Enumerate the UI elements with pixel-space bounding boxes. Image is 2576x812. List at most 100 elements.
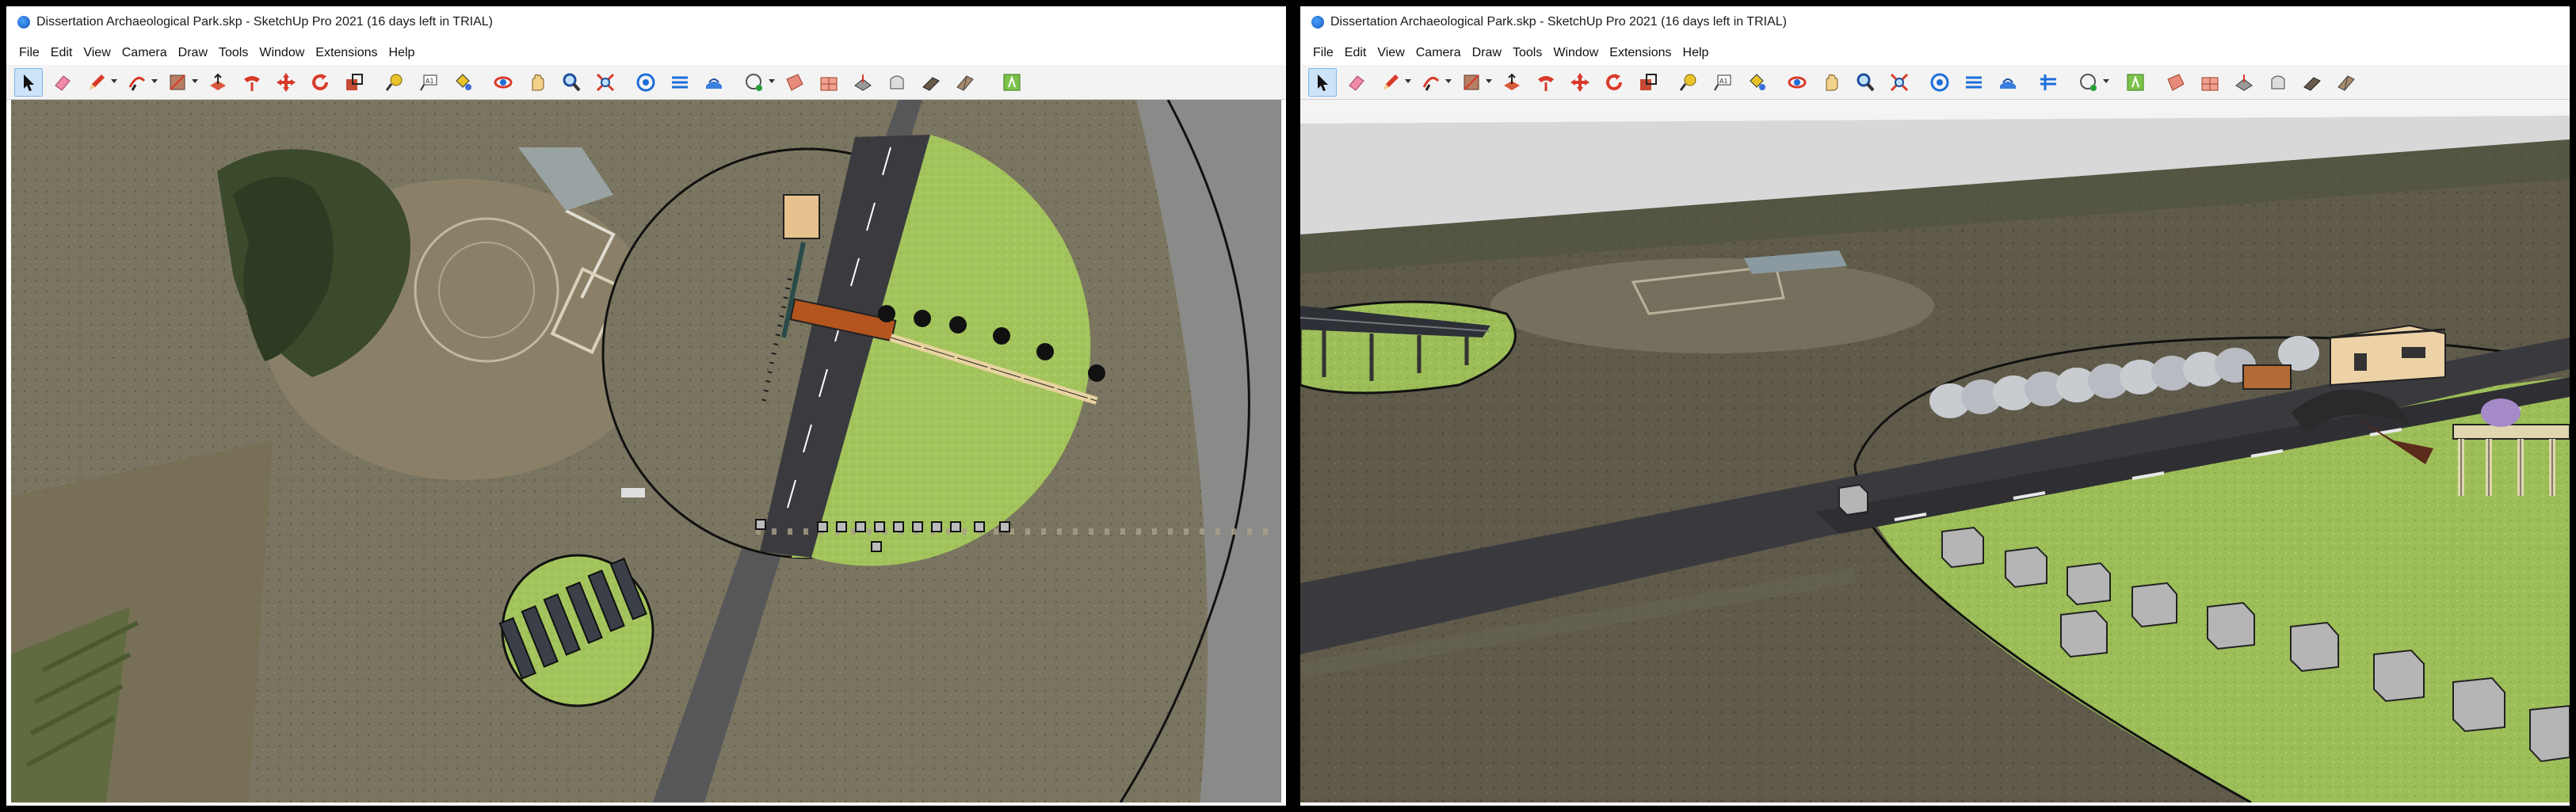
rotate-tool-button[interactable]	[306, 68, 334, 97]
shape-dropdown-icon[interactable]	[192, 78, 198, 83]
shape-tool-button[interactable]	[1457, 68, 1492, 97]
right-3d-viewport[interactable]	[1300, 100, 2570, 802]
menu-view[interactable]: View	[83, 46, 110, 60]
push-pull-tool-button[interactable]	[204, 68, 232, 97]
styles-button[interactable]	[740, 68, 775, 97]
drape-button[interactable]	[917, 68, 945, 97]
menu-draw[interactable]: Draw	[178, 46, 208, 60]
move-tool-button[interactable]	[1566, 68, 1594, 97]
text-tool-button[interactable]: A1	[1708, 68, 1737, 97]
left-menu-bar: File Edit View Camera Draw Tools Window …	[6, 43, 1286, 63]
paint-bucket-icon	[456, 73, 471, 90]
menu-edit[interactable]: Edit	[51, 46, 73, 60]
menu-tools[interactable]: Tools	[219, 46, 248, 60]
orbit-tool-button[interactable]	[489, 68, 517, 97]
zoom-tool-button[interactable]	[1851, 68, 1880, 97]
extension-manager-button[interactable]	[2034, 68, 2063, 97]
tape-measure-tool-button[interactable]	[380, 68, 409, 97]
left-3d-viewport[interactable]	[11, 100, 1281, 802]
scale-tool-button[interactable]	[340, 68, 368, 97]
pencil-tool-button[interactable]	[82, 68, 117, 97]
drape-icon	[2303, 76, 2321, 91]
menu-help[interactable]: Help	[389, 46, 415, 60]
menu-view[interactable]: View	[1377, 46, 1404, 60]
menu-file[interactable]: File	[1313, 46, 1334, 60]
layout-icon	[706, 78, 722, 89]
menu-help[interactable]: Help	[1683, 46, 1709, 60]
arc-tool-button[interactable]	[1417, 68, 1452, 97]
zoom-extents-tool-button[interactable]	[591, 68, 620, 97]
add-location-icon	[1003, 74, 1021, 90]
zoom-tool-button[interactable]	[557, 68, 586, 97]
menu-extensions[interactable]: Extensions	[315, 46, 377, 60]
sandbox-scratch-icon	[820, 77, 838, 90]
sandbox-from-scratch-button[interactable]	[2196, 68, 2224, 97]
styles-button[interactable]	[2074, 68, 2109, 97]
layout-button[interactable]	[1994, 68, 2022, 97]
layout-button[interactable]	[700, 68, 728, 97]
menu-window[interactable]: Window	[259, 46, 304, 60]
arc-dropdown-icon[interactable]	[151, 78, 158, 83]
menu-file[interactable]: File	[19, 46, 40, 60]
add-detail-button[interactable]	[951, 68, 979, 97]
menu-tools[interactable]: Tools	[1513, 46, 1542, 60]
pan-tool-button[interactable]	[523, 68, 551, 97]
extension-warehouse-button[interactable]	[666, 68, 694, 97]
pan-tool-button[interactable]	[1817, 68, 1845, 97]
add-location-button[interactable]	[998, 68, 1026, 97]
orbit-icon	[1788, 76, 1807, 88]
smoove-button[interactable]	[849, 68, 877, 97]
orbit-tool-button[interactable]	[1783, 68, 1811, 97]
scale-icon	[346, 73, 363, 90]
eraser-tool-button[interactable]	[48, 68, 77, 97]
push-pull-tool-button[interactable]	[1498, 68, 1526, 97]
menu-window[interactable]: Window	[1553, 46, 1598, 60]
add-location-icon	[2127, 74, 2144, 90]
smoove-button[interactable]	[2230, 68, 2258, 97]
menu-draw[interactable]: Draw	[1472, 46, 1502, 60]
zoom-extents-tool-button[interactable]	[1885, 68, 1914, 97]
3d-warehouse-button[interactable]	[632, 68, 660, 97]
drape-button[interactable]	[2298, 68, 2326, 97]
shape-tool-button[interactable]	[163, 68, 198, 97]
tape-measure-tool-button[interactable]	[1674, 68, 1703, 97]
move-tool-button[interactable]	[272, 68, 300, 97]
follow-me-tool-button[interactable]	[1532, 68, 1560, 97]
extension-warehouse-button[interactable]	[1960, 68, 1988, 97]
paint-bucket-tool-button[interactable]	[448, 68, 477, 97]
sandbox-from-contours-button[interactable]	[2162, 68, 2190, 97]
pan-icon	[532, 74, 544, 90]
select-tool-button[interactable]	[14, 67, 43, 97]
select-tool-button[interactable]	[1308, 67, 1337, 97]
scale-tool-button[interactable]	[1634, 68, 1662, 97]
stamp-button[interactable]	[883, 68, 911, 97]
pencil-dropdown-icon[interactable]	[111, 78, 117, 83]
paint-bucket-tool-button[interactable]	[1742, 68, 1771, 97]
menu-camera[interactable]: Camera	[1416, 46, 1461, 60]
zoom-icon	[563, 73, 581, 91]
eraser-tool-button[interactable]	[1342, 68, 1371, 97]
pencil-dropdown-icon[interactable]	[1405, 78, 1411, 83]
3d-warehouse-button[interactable]	[1925, 68, 1954, 97]
pencil-tool-button[interactable]	[1376, 68, 1411, 97]
shape-dropdown-icon[interactable]	[1486, 78, 1492, 83]
right-menu-bar: File Edit View Camera Draw Tools Window …	[1300, 43, 2570, 63]
add-location-button[interactable]	[2121, 68, 2150, 97]
sandbox-from-scratch-button[interactable]	[815, 68, 843, 97]
styles-dropdown-icon[interactable]	[2103, 78, 2109, 83]
text-tool-button[interactable]: A1	[414, 68, 443, 97]
add-detail-button[interactable]	[2332, 68, 2360, 97]
sandbox-from-contours-button[interactable]	[780, 68, 809, 97]
menu-camera[interactable]: Camera	[122, 46, 167, 60]
menu-extensions[interactable]: Extensions	[1609, 46, 1671, 60]
arc-dropdown-icon[interactable]	[1445, 78, 1452, 83]
rotate-tool-button[interactable]	[1600, 68, 1628, 97]
follow-me-tool-button[interactable]	[238, 68, 266, 97]
stamp-icon	[890, 75, 904, 89]
styles-dropdown-icon[interactable]	[769, 78, 775, 83]
tape-measure-icon	[1679, 74, 1696, 91]
eraser-icon	[1349, 74, 1364, 91]
arc-tool-button[interactable]	[123, 68, 158, 97]
menu-edit[interactable]: Edit	[1345, 46, 1367, 60]
stamp-button[interactable]	[2264, 68, 2292, 97]
